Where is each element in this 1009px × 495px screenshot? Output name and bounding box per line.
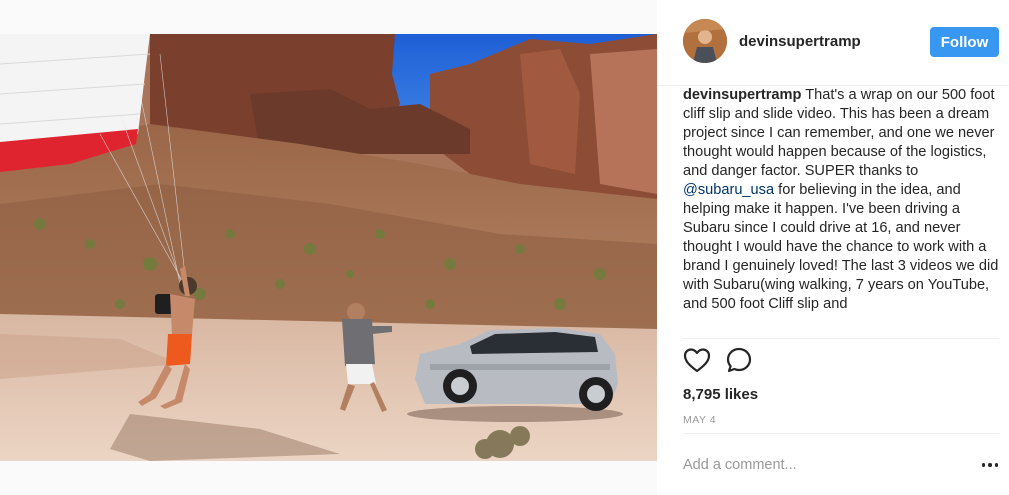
- more-dot: [981, 463, 986, 467]
- post-caption: devinsupertramp That's a wrap on our 500…: [683, 86, 999, 314]
- comment-input[interactable]: [683, 453, 963, 477]
- speech-bubble-icon[interactable]: [725, 346, 753, 374]
- follow-button[interactable]: Follow: [930, 27, 999, 57]
- post-side-panel: devinsupertramp Follow devinsupertramp T…: [657, 0, 1009, 495]
- more-dot: [994, 463, 999, 467]
- comment-divider: [683, 433, 999, 434]
- post-date[interactable]: MAY 4: [683, 414, 716, 426]
- post-media-area: [0, 0, 657, 495]
- caption-container[interactable]: devinsupertramp That's a wrap on our 500…: [683, 86, 999, 338]
- heart-icon[interactable]: [683, 346, 711, 374]
- post-actions: [683, 346, 753, 378]
- caption-mention-link[interactable]: @subaru_usa: [683, 182, 774, 198]
- avatar-image: [683, 19, 727, 63]
- actions-divider: [683, 338, 999, 339]
- avatar[interactable]: [683, 19, 727, 63]
- post-photo[interactable]: [0, 34, 657, 461]
- post-photo-image: [0, 34, 657, 461]
- more-dot: [988, 463, 992, 467]
- caption-username[interactable]: devinsupertramp: [683, 87, 801, 103]
- likes-count[interactable]: 8,795 likes: [683, 386, 758, 403]
- post-header: devinsupertramp Follow: [657, 0, 1009, 86]
- caption-text-part-2: for believing in the idea, and helping m…: [683, 182, 999, 312]
- post-author-username[interactable]: devinsupertramp: [739, 33, 861, 50]
- more-options-icon[interactable]: [979, 456, 1001, 474]
